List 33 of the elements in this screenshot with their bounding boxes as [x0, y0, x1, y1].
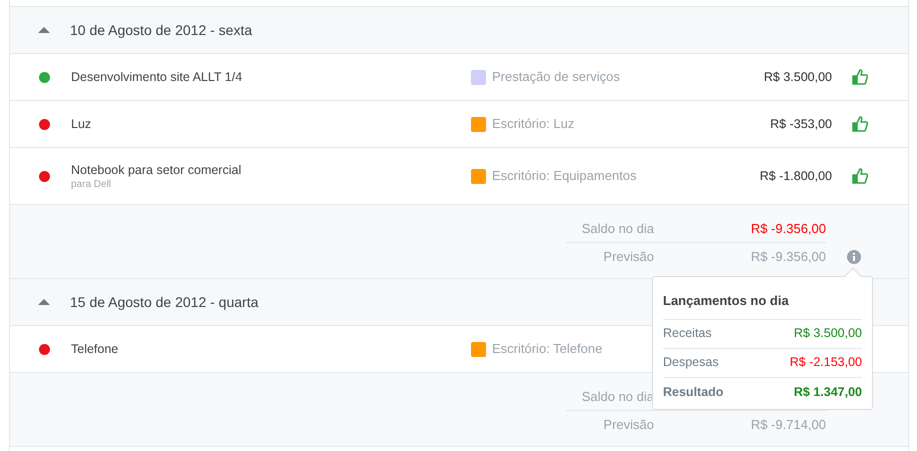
forecast-value: R$ -9.714,00 — [750, 416, 826, 434]
popover-title: Lançamentos no dia — [663, 291, 862, 320]
popover-value: R$ 3.500,00 — [794, 325, 862, 342]
info-icon[interactable] — [847, 250, 861, 264]
category-label: Escritório: Luz — [492, 115, 576, 134]
popover-label: Resultado — [663, 384, 724, 401]
entry-title: Desenvolvimento site ALLT 1/4 — [71, 68, 244, 86]
popover-value: R$ 1.347,00 — [794, 384, 862, 401]
category-label: Prestação de serviços — [492, 68, 621, 86]
entry-title: Luz — [71, 116, 92, 133]
amount: R$ -353,00 — [769, 116, 832, 133]
balance-label: Saldo no dia — [580, 220, 654, 238]
amount: R$ -1.800,00 — [758, 168, 832, 185]
category-label: Escritório: Equipamentos — [492, 167, 638, 186]
collapse-caret-icon[interactable] — [38, 26, 50, 34]
forecast-value: R$ -9.356,00 — [750, 248, 826, 266]
entry-title: Notebook para setor comercial — [71, 162, 242, 179]
collapse-caret-icon[interactable] — [38, 298, 50, 306]
amount: R$ 3.500,00 — [762, 68, 832, 86]
popover-label: Receitas — [663, 325, 712, 342]
forecast-label: Previsão — [602, 416, 654, 434]
forecast-label: Previsão — [602, 248, 654, 266]
balance-value: R$ -9.356,00 — [750, 220, 826, 238]
entry-subtitle: para Dell — [71, 179, 112, 192]
popover-label: Despesas — [663, 354, 719, 372]
day-heading: 10 de Agosto de 2012 - sexta — [70, 20, 252, 40]
thumbs-up-icon[interactable] — [852, 116, 868, 132]
thumbs-up-icon[interactable] — [852, 69, 868, 85]
popover-value: R$ -2.153,00 — [790, 354, 862, 372]
day-heading: 15 de Agosto de 2012 - quarta — [70, 292, 258, 312]
thumbs-up-icon[interactable] — [852, 168, 868, 184]
entry-title: Telefone — [71, 340, 120, 358]
category-label: Escritório: Telefone — [492, 340, 604, 358]
